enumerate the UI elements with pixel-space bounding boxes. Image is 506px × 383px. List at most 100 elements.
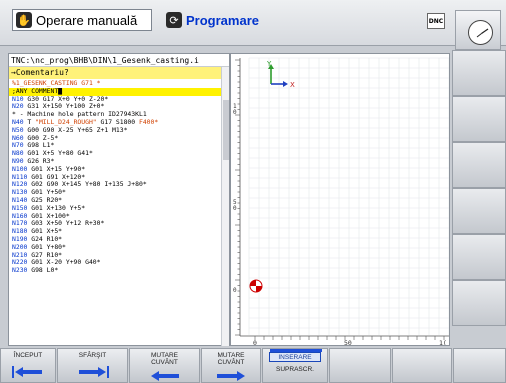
block-number: N70 xyxy=(12,142,24,150)
scrollbar-thumb[interactable] xyxy=(223,100,229,160)
x-axis-label: X xyxy=(290,81,295,89)
ruler-label: 0 xyxy=(233,205,237,212)
program-line[interactable]: N120 G02 G90 X+145 Y+80 I+135 J+80* xyxy=(9,181,222,189)
block-number: N100 xyxy=(12,165,28,173)
block-number: N220 xyxy=(12,259,28,267)
block-text: G17 S1800 xyxy=(96,118,139,126)
block-number: N170 xyxy=(12,220,28,228)
block-text: G01 X+130 Y+5* xyxy=(27,204,86,212)
arrow-left-bar-icon xyxy=(12,366,42,378)
word-right-label: MUTARE CUVÂNT xyxy=(217,352,245,366)
program-line[interactable]: N20 G31 X+150 Y+100 Z+0* xyxy=(9,103,222,111)
y-axis-label: Y xyxy=(266,60,272,68)
block-number: N20 xyxy=(12,103,24,111)
program-line[interactable]: N50 G00 G90 X-25 Y+65 Z+1 M13* xyxy=(9,127,222,135)
program-line[interactable]: N220 G01 X-20 Y+90 G40* xyxy=(9,259,222,267)
block-text: G01 Y+80* xyxy=(27,243,66,251)
block-text: ;ANY COMMENT█ xyxy=(12,87,63,95)
graphic-canvas: 105000 50 1(YX xyxy=(233,57,449,346)
graphic-view[interactable]: 1 0 5 0 0 0 50 1(Y X xyxy=(230,53,450,346)
tab-manual-operation[interactable]: ✋ Operare manuală xyxy=(12,9,152,31)
program-line[interactable]: N10 G30 G17 X+0 Y+0 Z-20* xyxy=(9,96,222,104)
program-lines[interactable]: %1_GESENK_CASTING G71 * ;ANY COMMENT█ N10 … xyxy=(9,80,222,275)
editor-scrollbar[interactable] xyxy=(221,67,229,346)
block-text: * - Machine hole pattern ID27943KL1 xyxy=(12,111,147,119)
program-line[interactable]: N130 G01 Y+50* xyxy=(9,189,222,197)
block-number: N150 xyxy=(12,204,28,212)
block-text: T xyxy=(23,118,36,126)
arrow-right-icon xyxy=(217,371,245,381)
block-text: G31 X+150 Y+100 Z+0* xyxy=(23,103,105,111)
block-number: N120 xyxy=(12,181,28,189)
program-line[interactable]: N150 G01 X+130 Y+5* xyxy=(9,205,222,213)
block-text: G00 Z-5* xyxy=(23,134,59,142)
program-line[interactable]: N40 T "MILL_D24_ROUGH" G17 S1800 F400* xyxy=(9,119,222,127)
feed-value: F400* xyxy=(138,118,159,126)
program-line[interactable]: N60 G00 Z-5* xyxy=(9,135,222,143)
comment-prompt: →Comentariu? xyxy=(9,67,229,79)
end-label: SFÂRŞIT xyxy=(78,352,107,359)
program-path: TNC:\nc_prog\BHB\DIN\1_Gesenk_casting.i xyxy=(9,54,229,67)
program-line[interactable]: N200 G01 Y+80* xyxy=(9,244,222,252)
vertical-softkey-1[interactable] xyxy=(452,50,506,96)
vertical-softkey-4[interactable] xyxy=(452,188,506,234)
word-left-label: MUTARE CUVÂNT xyxy=(151,352,178,366)
block-text: G01 X+15 Y+90* xyxy=(27,165,86,173)
program-line[interactable]: N70 G98 L1* xyxy=(9,142,222,150)
program-line[interactable]: N160 G01 X+100* xyxy=(9,213,222,221)
block-text: G27 R10* xyxy=(27,251,63,259)
word-left-softkey[interactable]: MUTARE CUVÂNT xyxy=(129,348,200,383)
insert-overwrite-softkey[interactable]: INSERARE SUPRASCR. xyxy=(262,348,328,383)
begin-softkey[interactable]: ÎNCEPUT xyxy=(0,348,56,383)
ruler-label: 0 xyxy=(233,109,237,116)
program-editor[interactable]: TNC:\nc_prog\BHB\DIN\1_Gesenk_casting.i … xyxy=(8,53,230,346)
program-icon: ⟳ xyxy=(166,12,182,28)
program-line[interactable]: N110 G01 G91 X+120* xyxy=(9,174,222,182)
block-text: G24 R10* xyxy=(27,235,63,243)
block-number: N190 xyxy=(12,235,28,243)
block-number: N180 xyxy=(12,228,28,236)
origin-quadrant xyxy=(256,286,262,292)
ruler-label: 0 xyxy=(253,339,257,346)
softkey-7[interactable] xyxy=(392,348,452,383)
origin-quadrant xyxy=(250,280,256,286)
overwrite-label: SUPRASCR. xyxy=(276,366,314,373)
vertical-softkey-2[interactable] xyxy=(452,96,506,142)
vertical-softkey-3[interactable] xyxy=(452,142,506,188)
block-text: G02 G90 X+145 Y+80 I+135 J+80* xyxy=(27,181,147,189)
program-line[interactable]: N90 G26 R3* xyxy=(9,158,222,166)
softkey-6[interactable] xyxy=(329,348,391,383)
clock-panel[interactable] xyxy=(455,10,501,50)
block-number: N80 xyxy=(12,150,24,158)
tab-programming[interactable]: ⟳ Programare xyxy=(163,9,349,31)
block-number: N90 xyxy=(12,157,24,165)
program-line[interactable]: N100 G01 X+15 Y+90* xyxy=(9,166,222,174)
program-line[interactable]: N230 G98 L0* xyxy=(9,267,222,275)
tool-name: "MILL_D24_ROUGH" xyxy=(35,118,97,126)
block-text: G01 X+5 Y+80 G41* xyxy=(23,150,93,158)
block-text: G98 L1* xyxy=(23,142,55,150)
program-line[interactable]: * - Machine hole pattern ID27943KL1 xyxy=(9,111,222,119)
softkey-8[interactable] xyxy=(453,348,506,383)
program-line[interactable]: N210 G27 R10* xyxy=(9,252,222,260)
program-line[interactable]: N80 G01 X+5 Y+80 G41* xyxy=(9,150,222,158)
block-number: N230 xyxy=(12,267,28,275)
block-number: N60 xyxy=(12,134,24,142)
program-line[interactable]: %1_GESENK_CASTING G71 * xyxy=(9,80,222,88)
end-softkey[interactable]: SFÂRŞIT xyxy=(57,348,128,383)
ruler-label: 0 xyxy=(233,287,237,294)
program-line[interactable]: N190 G24 R10* xyxy=(9,236,222,244)
program-line[interactable]: N170 G03 X+50 Y+12 R+30* xyxy=(9,220,222,228)
program-line[interactable]: N140 G25 R20* xyxy=(9,197,222,205)
block-number: N50 xyxy=(12,126,24,134)
tab-manual-label: Operare manuală xyxy=(36,12,138,28)
program-line[interactable]: ;ANY COMMENT█ xyxy=(9,87,222,96)
block-number: N210 xyxy=(12,251,28,259)
vertical-softkey-6[interactable] xyxy=(452,280,506,326)
program-line[interactable]: N180 G01 X+5* xyxy=(9,228,222,236)
block-text: G01 Y+50* xyxy=(27,189,66,197)
word-right-softkey[interactable]: MUTARE CUVÂNT xyxy=(201,348,261,383)
vertical-softkey-5[interactable] xyxy=(452,234,506,280)
block-text: G98 L0* xyxy=(27,267,59,275)
ruler-label: 50 xyxy=(344,339,352,346)
